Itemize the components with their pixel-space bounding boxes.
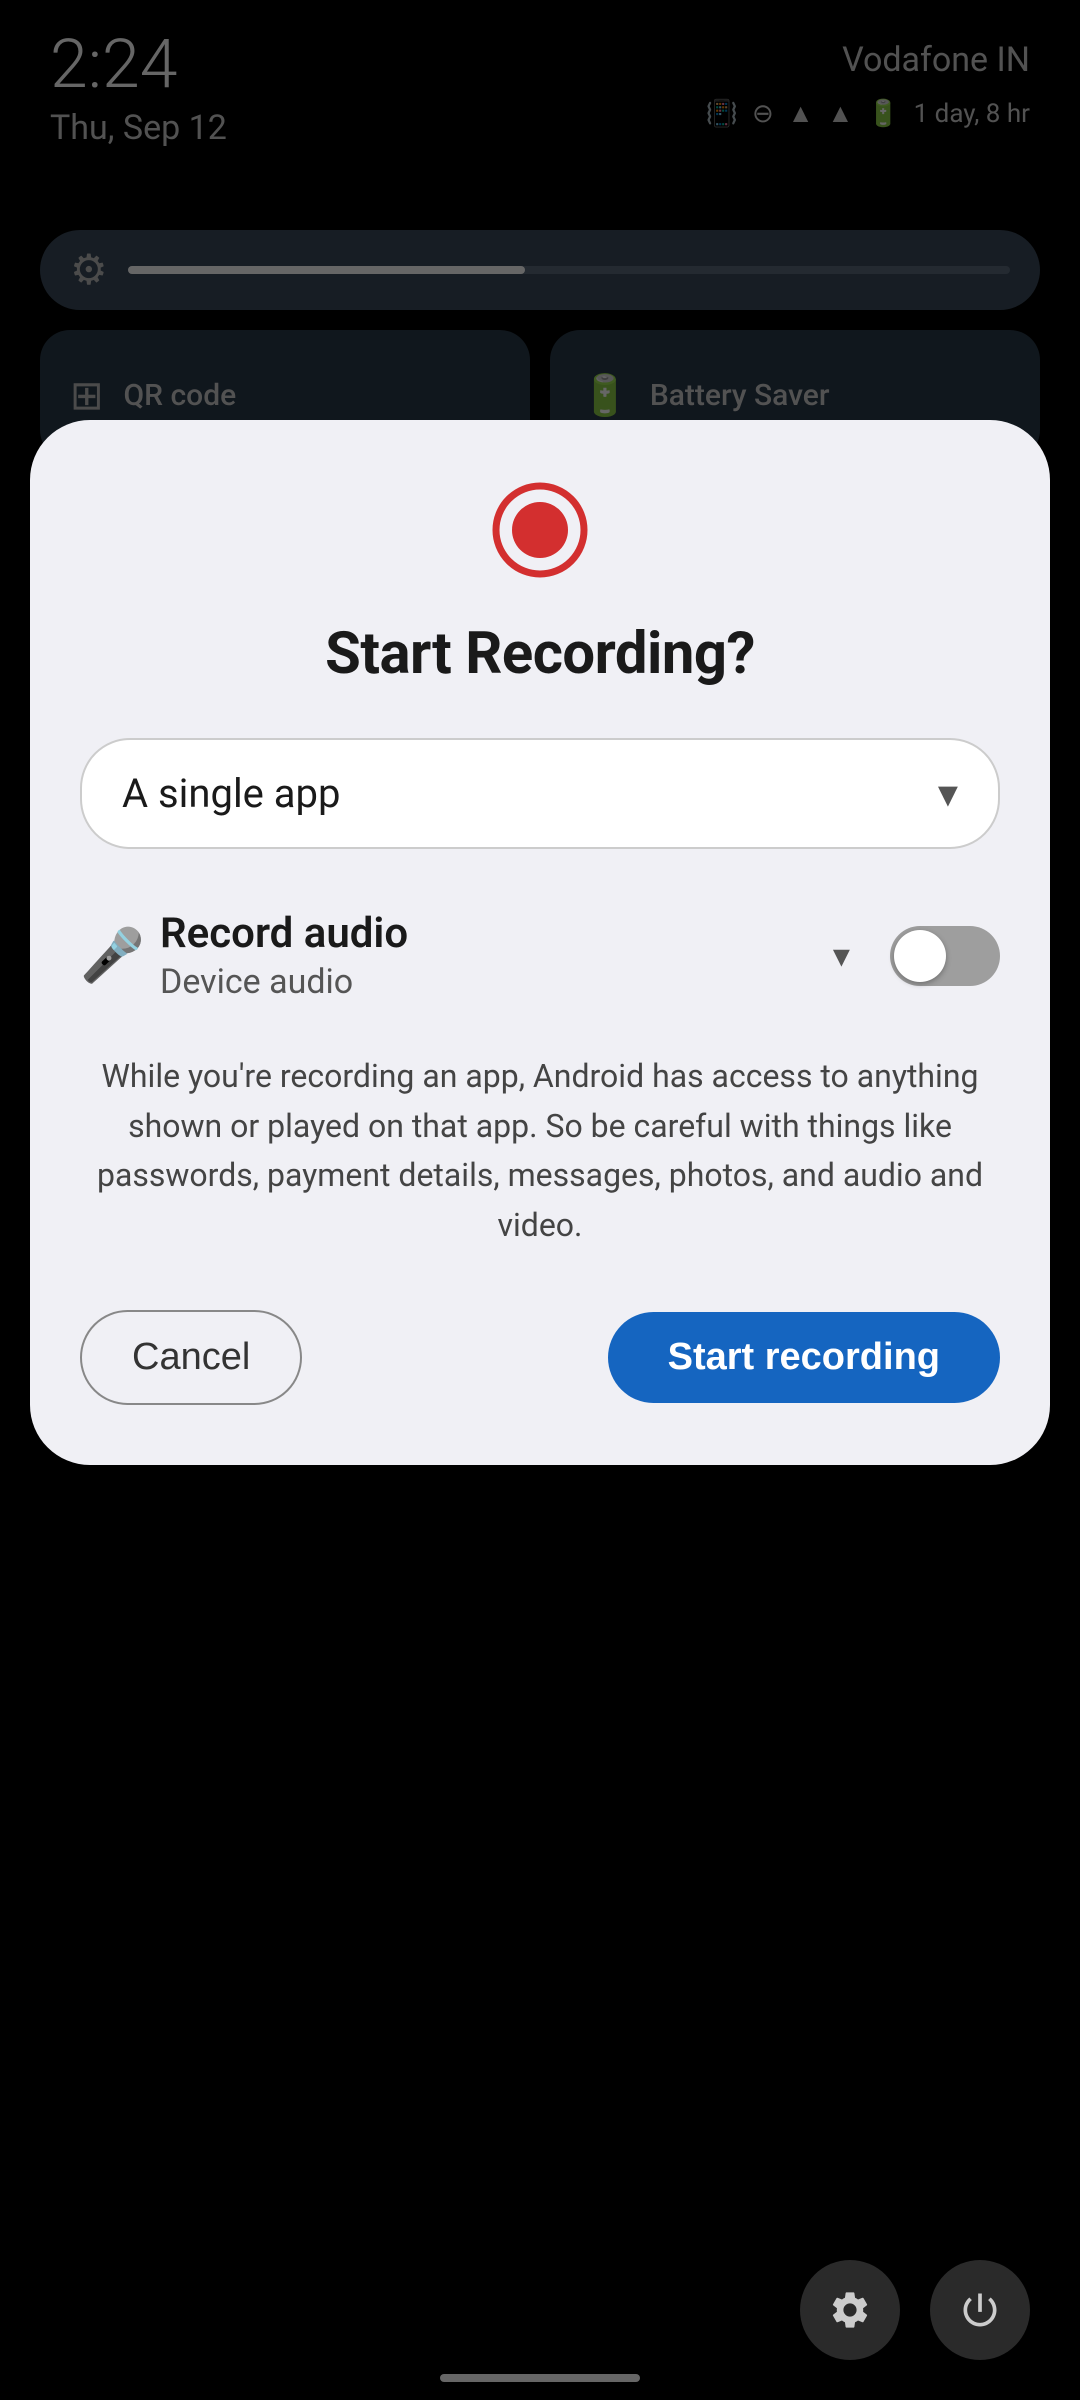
start-recording-button[interactable]: Start recording bbox=[608, 1312, 1000, 1403]
home-indicator bbox=[440, 2374, 640, 2382]
bottom-nav bbox=[800, 2260, 1030, 2360]
audio-info: Record audio Device audio bbox=[160, 909, 813, 1002]
settings-nav-button[interactable] bbox=[800, 2260, 900, 2360]
audio-sublabel: Device audio bbox=[160, 962, 813, 1002]
cancel-button[interactable]: Cancel bbox=[80, 1310, 302, 1405]
power-nav-button[interactable] bbox=[930, 2260, 1030, 2360]
buttons-row: Cancel Start recording bbox=[80, 1310, 1000, 1405]
selector-value: A single app bbox=[122, 770, 340, 817]
audio-row: 🎤 Record audio Device audio ▾ bbox=[80, 889, 1000, 1022]
toggle-thumb bbox=[894, 930, 946, 982]
mic-icon: 🎤 bbox=[80, 925, 140, 986]
dialog-icon-wrapper bbox=[80, 480, 1000, 580]
warning-text: While you're recording an app, Android h… bbox=[80, 1052, 1000, 1250]
app-selector[interactable]: A single app ▾ bbox=[80, 738, 1000, 849]
audio-label: Record audio bbox=[160, 909, 813, 958]
selector-arrow-icon: ▾ bbox=[938, 770, 958, 817]
start-recording-dialog: Start Recording? A single app ▾ 🎤 Record… bbox=[30, 420, 1050, 1465]
record-icon bbox=[490, 480, 590, 580]
audio-dropdown-icon[interactable]: ▾ bbox=[833, 936, 850, 976]
audio-toggle[interactable] bbox=[890, 926, 1000, 986]
dialog-title: Start Recording? bbox=[80, 620, 1000, 688]
